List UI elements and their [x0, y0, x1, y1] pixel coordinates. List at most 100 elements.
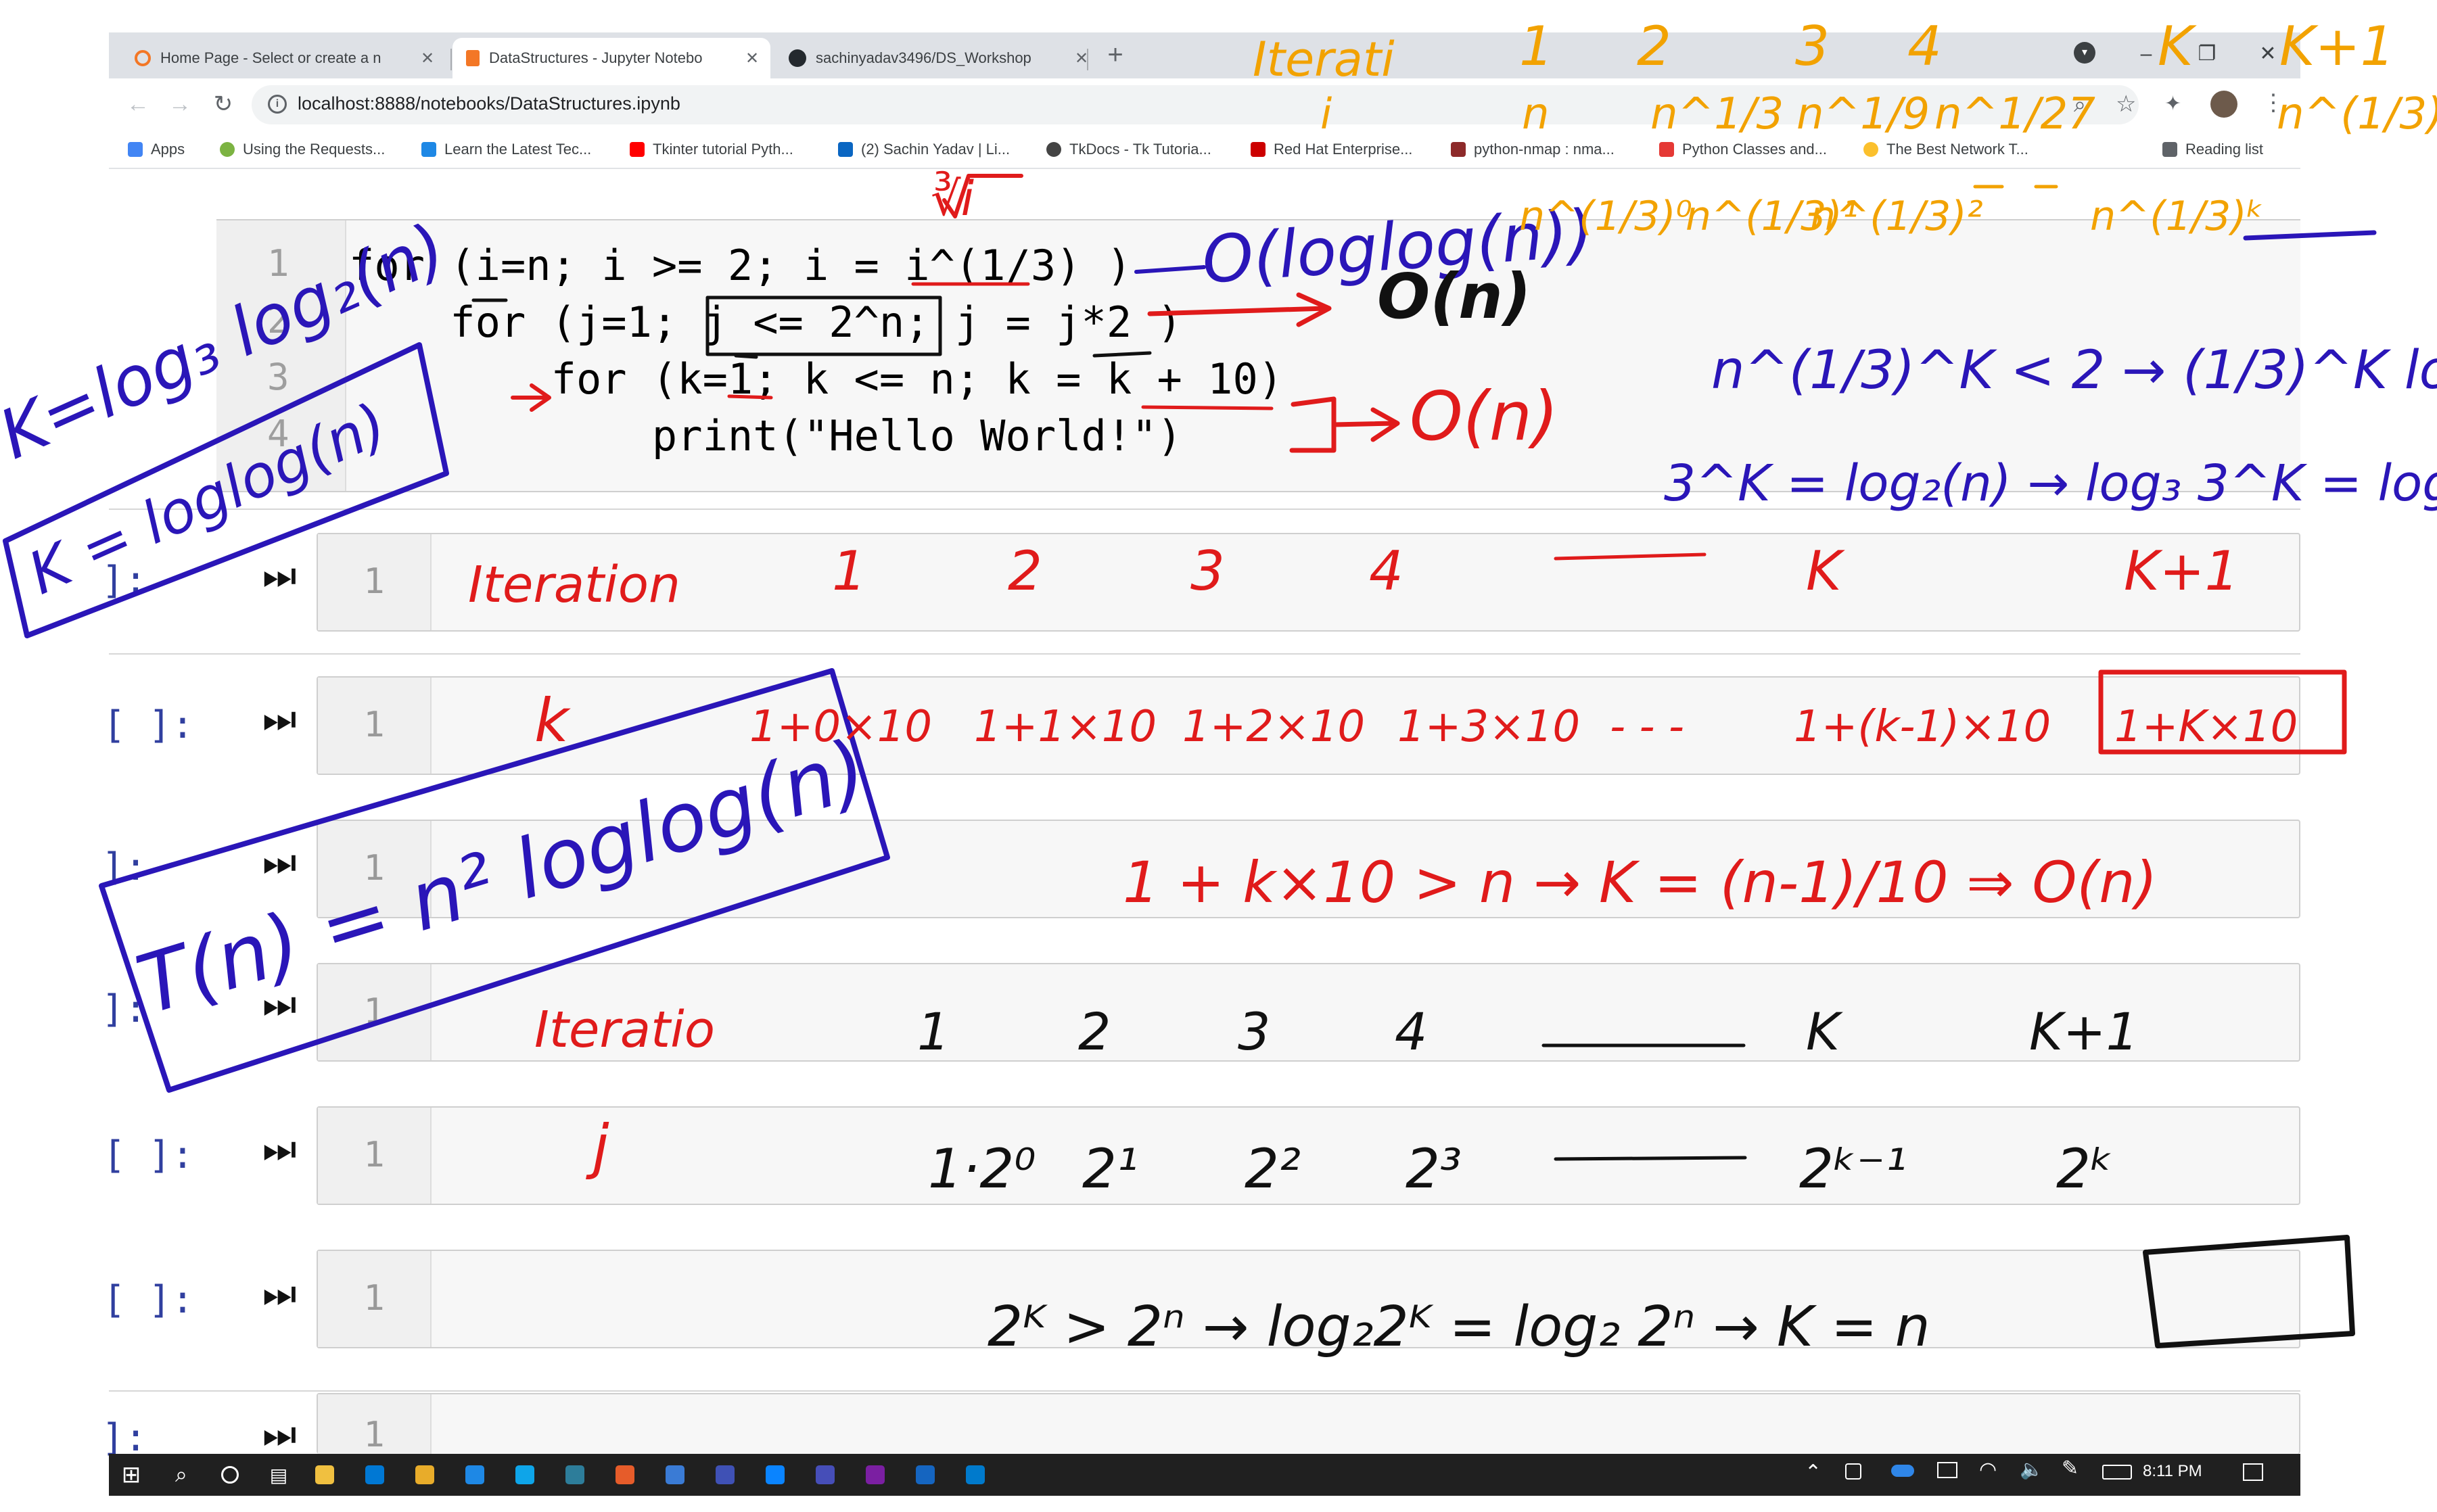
keyboard-icon[interactable] [2102, 1465, 2132, 1480]
reload-icon[interactable]: ↻ [203, 84, 243, 124]
taskbar-app-6[interactable] [556, 1454, 594, 1496]
run-cell-icon[interactable]: ⏭ [262, 1412, 296, 1457]
run-cell-icon[interactable]: ⏭ [262, 1271, 296, 1317]
bookmark-item[interactable]: (2) Sachin Yadav | Li... [838, 131, 1010, 168]
app-icon [616, 1465, 634, 1484]
tab-home-page[interactable]: Home Page - Select or create a n ✕ [121, 38, 446, 78]
empty-code-cell[interactable]: 1 [317, 1393, 2300, 1455]
line-number: 1 [363, 1415, 385, 1455]
more-menu-icon[interactable]: ⋮ [2262, 89, 2285, 116]
cell-prompt: ]: [101, 559, 147, 603]
empty-code-cell[interactable]: 1 [317, 1250, 2300, 1348]
extensions-icon[interactable]: ✦ [2164, 92, 2181, 116]
wifi-icon[interactable]: ◠ [1979, 1458, 1997, 1482]
close-icon[interactable]: ✕ [419, 49, 436, 68]
app-icon [365, 1465, 384, 1484]
onedrive-icon[interactable] [1891, 1465, 1914, 1477]
star-bookmark-icon [1451, 142, 1466, 157]
code-line[interactable]: print("Hello World!") [349, 411, 1182, 460]
run-cell-icon[interactable]: ⏭ [262, 696, 296, 742]
empty-code-cell[interactable]: 1 [317, 963, 2300, 1062]
cell-prompt: [ ]: [103, 703, 194, 747]
bookmark-item[interactable]: Using the Requests... [220, 131, 385, 168]
taskbar-app-1[interactable] [306, 1454, 344, 1496]
volume-icon[interactable]: 🔈 [2020, 1458, 2043, 1480]
taskbar-app-7[interactable] [606, 1454, 644, 1496]
windows-icon: ⊞ [121, 1462, 141, 1488]
cell-prompt: [ ]: [103, 1278, 194, 1322]
url-text[interactable]: localhost:8888/notebooks/DataStructures.… [298, 93, 680, 114]
close-window-button[interactable]: ✕ [2237, 32, 2298, 76]
search-icon: ⌕ [175, 1462, 187, 1486]
code-line[interactable]: for (j=1; j <= 2^n; j = j*2 ) [349, 298, 1182, 347]
avatar[interactable] [2210, 91, 2237, 118]
bookmark-apps[interactable]: Apps [128, 131, 185, 168]
meet-now-icon[interactable] [1845, 1463, 1861, 1480]
back-arrow-icon[interactable]: ← [118, 84, 158, 124]
run-cell-icon[interactable]: ⏭ [262, 1127, 296, 1172]
taskbar-app-8[interactable] [656, 1454, 694, 1496]
tab-label: DataStructures - Jupyter Notebo [489, 49, 703, 66]
start-button[interactable]: ⊞ [112, 1454, 150, 1496]
apps-grid-icon [128, 142, 143, 157]
taskbar-apps [306, 1454, 1050, 1496]
empty-code-cell[interactable]: 1 [317, 1106, 2300, 1205]
task-view-button[interactable]: ▤ [260, 1454, 298, 1496]
code-line[interactable]: for (i=n; i >= 2; i = i^(1/3) ) [349, 241, 1132, 290]
cortana-button[interactable] [211, 1454, 249, 1496]
code-line[interactable]: for (k=1; k <= n; k = k + 10) [349, 354, 1284, 404]
taskbar-app-4[interactable] [456, 1454, 494, 1496]
taskbar-app-10[interactable] [756, 1454, 794, 1496]
taskbar-app-13[interactable] [906, 1454, 944, 1496]
info-icon[interactable]: i [268, 95, 287, 114]
run-cell-icon[interactable]: ⏭ [262, 982, 296, 1027]
pen-icon[interactable]: ✎ [2062, 1457, 2079, 1480]
bookmark-item[interactable]: The Best Network T... [1863, 131, 2028, 168]
empty-code-cell[interactable]: 1 [317, 533, 2300, 632]
reading-list-button[interactable]: Reading list [2162, 131, 2263, 168]
cell-prompt: ]: [101, 987, 147, 1031]
app-icon [816, 1465, 835, 1484]
taskbar-app-5[interactable] [506, 1454, 544, 1496]
star-icon[interactable]: ☆ [2116, 91, 2136, 118]
new-tab-button[interactable]: + [1096, 35, 1135, 74]
close-icon[interactable]: ✕ [743, 49, 761, 68]
tkdocs-icon [1046, 142, 1061, 157]
tab-github[interactable]: sachinyadav3496/DS_Workshop ✕ [775, 38, 1100, 78]
forward-arrow-icon[interactable]: → [160, 84, 200, 124]
battery-icon[interactable] [1937, 1462, 1957, 1478]
run-cell-icon[interactable]: ⏭ [262, 553, 296, 598]
taskbar-app-2[interactable] [356, 1454, 394, 1496]
taskbar-app-14[interactable] [956, 1454, 994, 1496]
empty-code-cell[interactable]: 1 [317, 820, 2300, 918]
empty-code-cell[interactable]: 1 [317, 676, 2300, 775]
app-icon [315, 1465, 334, 1484]
taskbar-app-9[interactable] [706, 1454, 744, 1496]
line-number: 1 [267, 242, 289, 285]
cell-divider [109, 1390, 2300, 1392]
tab-search-icon[interactable]: ▾ [2074, 42, 2095, 64]
taskbar-app-3[interactable] [406, 1454, 444, 1496]
network-icon [1863, 142, 1878, 157]
taskbar-app-11[interactable] [806, 1454, 844, 1496]
bookmark-item[interactable]: Python Classes and... [1659, 131, 1827, 168]
app-icon [766, 1465, 785, 1484]
taskbar-clock[interactable]: 8:11 PM [2143, 1462, 2202, 1481]
chevron-up-icon[interactable]: ⌃ [1805, 1461, 1821, 1484]
zoom-icon[interactable]: ⌕ [2074, 92, 2086, 118]
taskbar-app-12[interactable] [856, 1454, 894, 1496]
restore-button[interactable]: ❐ [2177, 32, 2237, 76]
bookmark-item[interactable]: TkDocs - Tk Tutoria... [1046, 131, 1211, 168]
bookmark-item[interactable]: python-nmap : nma... [1451, 131, 1615, 168]
bookmark-item[interactable]: Red Hat Enterprise... [1251, 131, 1412, 168]
search-button[interactable]: ⌕ [162, 1454, 200, 1496]
run-cell-icon[interactable]: ⏭ [262, 840, 296, 885]
bookmark-item[interactable]: Tkinter tutorial Pyth... [630, 131, 793, 168]
ink-orange-value: n^(1/3)^k [2277, 89, 2437, 139]
minimize-button[interactable]: – [2116, 32, 2177, 76]
bookmark-item[interactable]: Learn the Latest Tec... [421, 131, 591, 168]
tab-datastructures[interactable]: DataStructures - Jupyter Notebo ✕ [452, 38, 770, 78]
youtube-icon [630, 142, 645, 157]
notifications-icon[interactable] [2243, 1463, 2263, 1481]
app-icon [565, 1465, 584, 1484]
